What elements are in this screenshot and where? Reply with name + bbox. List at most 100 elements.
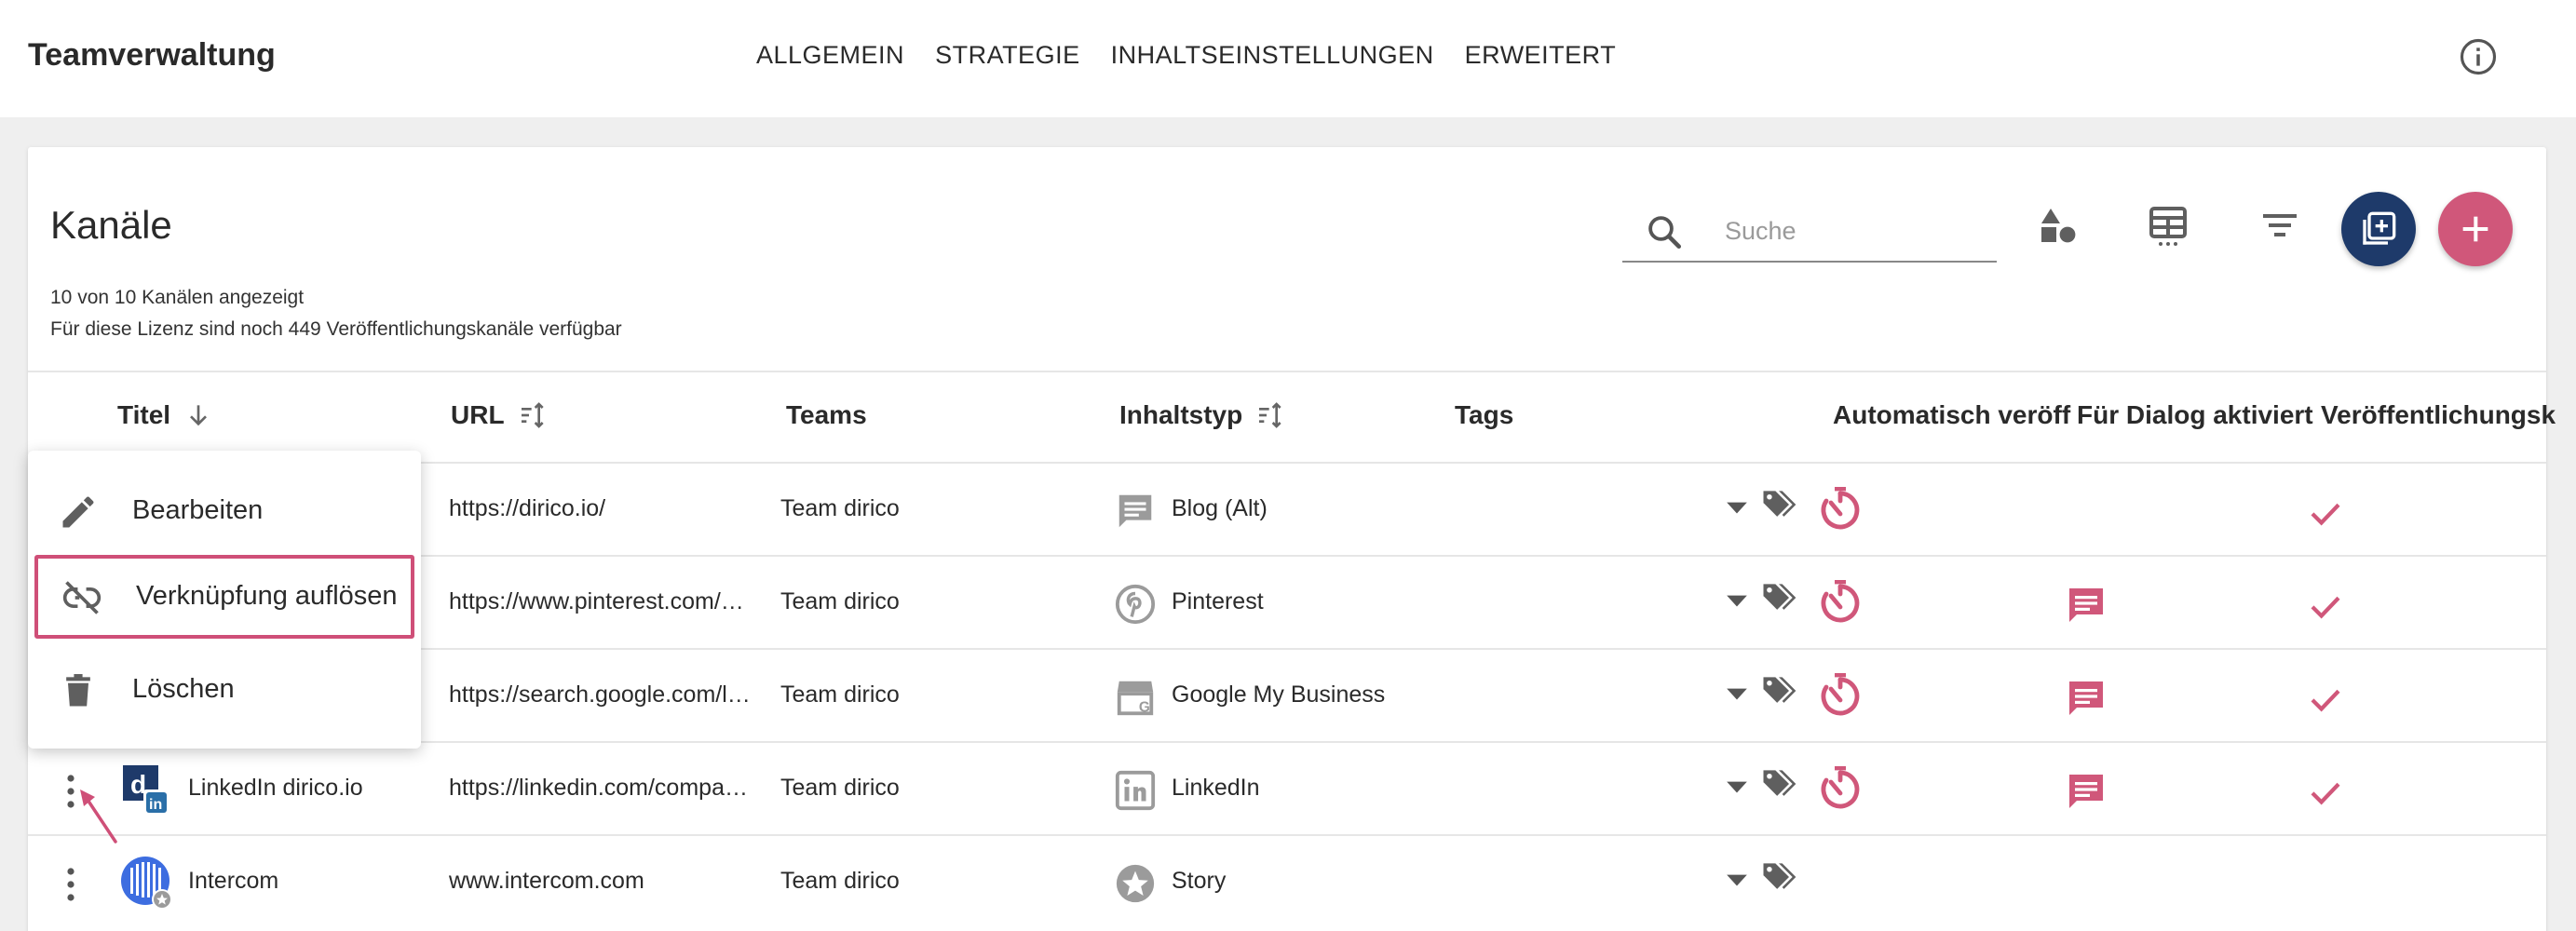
col-teams-label: Teams (786, 400, 867, 429)
search-icon (1648, 216, 1682, 250)
tags-icon[interactable] (1758, 857, 1799, 897)
caret-down-icon[interactable] (1725, 871, 1749, 888)
col-url-header[interactable]: URL (451, 400, 548, 430)
nav-erweitert[interactable]: ERWEITERT (1465, 41, 1617, 70)
team-cell: Team dirico (780, 495, 900, 521)
nav-strategie[interactable]: STRATEGIE (935, 41, 1080, 70)
col-auto-publish-header[interactable]: Automatisch veröff (1833, 400, 2070, 430)
content-type-cell: Story (1172, 868, 1227, 894)
content-type-cell: Google My Business (1172, 681, 1386, 708)
nav-allgemein[interactable]: ALLGEMEIN (756, 41, 904, 70)
tags-icon[interactable] (1758, 763, 1799, 804)
more-vert-icon[interactable] (61, 866, 80, 903)
trash-icon (66, 674, 90, 707)
shown-count-text: 10 von 10 Kanälen angezeigt (50, 287, 305, 308)
row-context-menu: Bearbeiten Verknüpfung auflösen Löschen (28, 451, 421, 749)
search-field (1622, 201, 1997, 263)
col-title-label: Titel (117, 400, 171, 429)
col-teams-header[interactable]: Teams (786, 400, 867, 430)
team-cell: Team dirico (780, 775, 900, 801)
info-icon[interactable] (2459, 37, 2498, 76)
linkedin-avatar: d in (123, 765, 169, 816)
timer-icon (1821, 580, 1860, 623)
col-tags-label: Tags (1455, 400, 1514, 429)
svg-text:G: G (1139, 699, 1150, 715)
check-icon (2311, 596, 2340, 619)
chat-icon (2069, 775, 2103, 808)
table-row[interactable]: d in LinkedIn dirico.io https://linkedin… (28, 741, 2546, 834)
content-type-cell: Blog (Alt) (1172, 495, 1268, 521)
tags-icon[interactable] (1758, 484, 1799, 525)
top-nav: ALLGEMEIN STRATEGIE INHALTSEINSTELLUNGEN… (756, 41, 1616, 70)
timer-icon (1821, 766, 1860, 809)
title-cell: LinkedIn dirico.io (188, 775, 363, 801)
url-cell: https://search.google.com/local (449, 681, 756, 708)
shapes-icon[interactable] (2036, 203, 2081, 248)
caret-down-icon[interactable] (1725, 778, 1749, 795)
team-cell: Team dirico (780, 868, 900, 894)
col-auto-publish-label: Automatisch veröff (1833, 400, 2071, 429)
filter-icon[interactable] (2257, 203, 2302, 248)
plus-icon (2462, 216, 2488, 242)
menu-item-unlink[interactable]: Verknüpfung auflösen (34, 555, 414, 639)
col-url-label: URL (451, 400, 505, 429)
library-add-icon (2363, 211, 2396, 245)
svg-text:in: in (149, 797, 162, 813)
link-off-icon (62, 581, 102, 614)
tags-icon[interactable] (1758, 577, 1799, 618)
col-title-header[interactable]: Titel (117, 400, 213, 430)
menu-item-unlink-label: Verknüpfung auflösen (136, 581, 398, 611)
top-bar: Teamverwaltung ALLGEMEIN STRATEGIE INHAL… (0, 0, 2576, 117)
add-multiple-button[interactable] (2341, 192, 2416, 266)
content-type-cell: LinkedIn (1172, 775, 1260, 801)
url-cell: https://linkedin.com/company/dirico (449, 775, 756, 801)
col-content-type-label: Inhaltstyp (1119, 400, 1243, 429)
chat-icon (2069, 681, 2103, 715)
url-cell: https://www.pinterest.com/dirico (449, 588, 756, 614)
menu-item-edit-label: Bearbeiten (132, 495, 264, 525)
menu-item-edit[interactable]: Bearbeiten (28, 469, 421, 553)
star-icon (1116, 864, 1155, 903)
content-type-cell: Pinterest (1172, 588, 1264, 614)
sort-icon (521, 402, 544, 428)
pinterest-icon (1115, 584, 1156, 625)
col-tags-header[interactable]: Tags (1455, 400, 1513, 430)
storefront-icon: G (1117, 681, 1154, 715)
caret-down-icon[interactable] (1725, 685, 1749, 702)
message-square-icon (1119, 494, 1152, 528)
chat-icon (2069, 588, 2103, 622)
check-icon (2311, 689, 2340, 712)
nav-inhaltseinstellungen[interactable]: INHALTSEINSTELLUNGEN (1111, 41, 1434, 70)
page-title: Kanäle (50, 203, 172, 247)
intercom-avatar (121, 857, 172, 910)
linkedin-icon (1115, 770, 1156, 811)
header-divider (28, 371, 2546, 372)
col-content-type-header[interactable]: Inhaltstyp (1119, 400, 1285, 430)
timer-icon (1821, 673, 1860, 716)
menu-item-delete-label: Löschen (132, 674, 235, 704)
col-dialog-label: Für Dialog aktiviert (2077, 400, 2313, 429)
title-cell: Intercom (188, 868, 279, 894)
tags-icon[interactable] (1758, 670, 1799, 711)
check-icon (2311, 503, 2340, 526)
table-row[interactable]: Intercom www.intercom.com Team dirico St… (28, 834, 2546, 927)
timer-icon (1821, 487, 1860, 530)
url-cell: www.intercom.com (449, 868, 644, 894)
table-settings-icon[interactable] (2146, 203, 2190, 248)
url-cell: https://dirico.io/ (449, 495, 606, 521)
menu-item-delete[interactable]: Löschen (28, 648, 421, 732)
annotation-arrow-icon (80, 789, 117, 843)
col-publish-header[interactable]: Veröffentlichungsk (2321, 400, 2556, 430)
license-text: Für diese Lizenz sind noch 449 Veröffent… (50, 318, 622, 340)
col-dialog-header[interactable]: Für Dialog aktiviert (2077, 400, 2313, 430)
caret-down-icon[interactable] (1725, 592, 1749, 609)
team-cell: Team dirico (780, 588, 900, 614)
pencil-icon (62, 496, 94, 528)
caret-down-icon[interactable] (1725, 499, 1749, 516)
app-title: Teamverwaltung (28, 37, 276, 73)
arrow-down-icon (190, 405, 208, 426)
team-cell: Team dirico (780, 681, 900, 708)
search-input[interactable] (1725, 210, 1986, 251)
add-channel-button[interactable] (2438, 192, 2513, 266)
sort-icon (1259, 402, 1281, 428)
